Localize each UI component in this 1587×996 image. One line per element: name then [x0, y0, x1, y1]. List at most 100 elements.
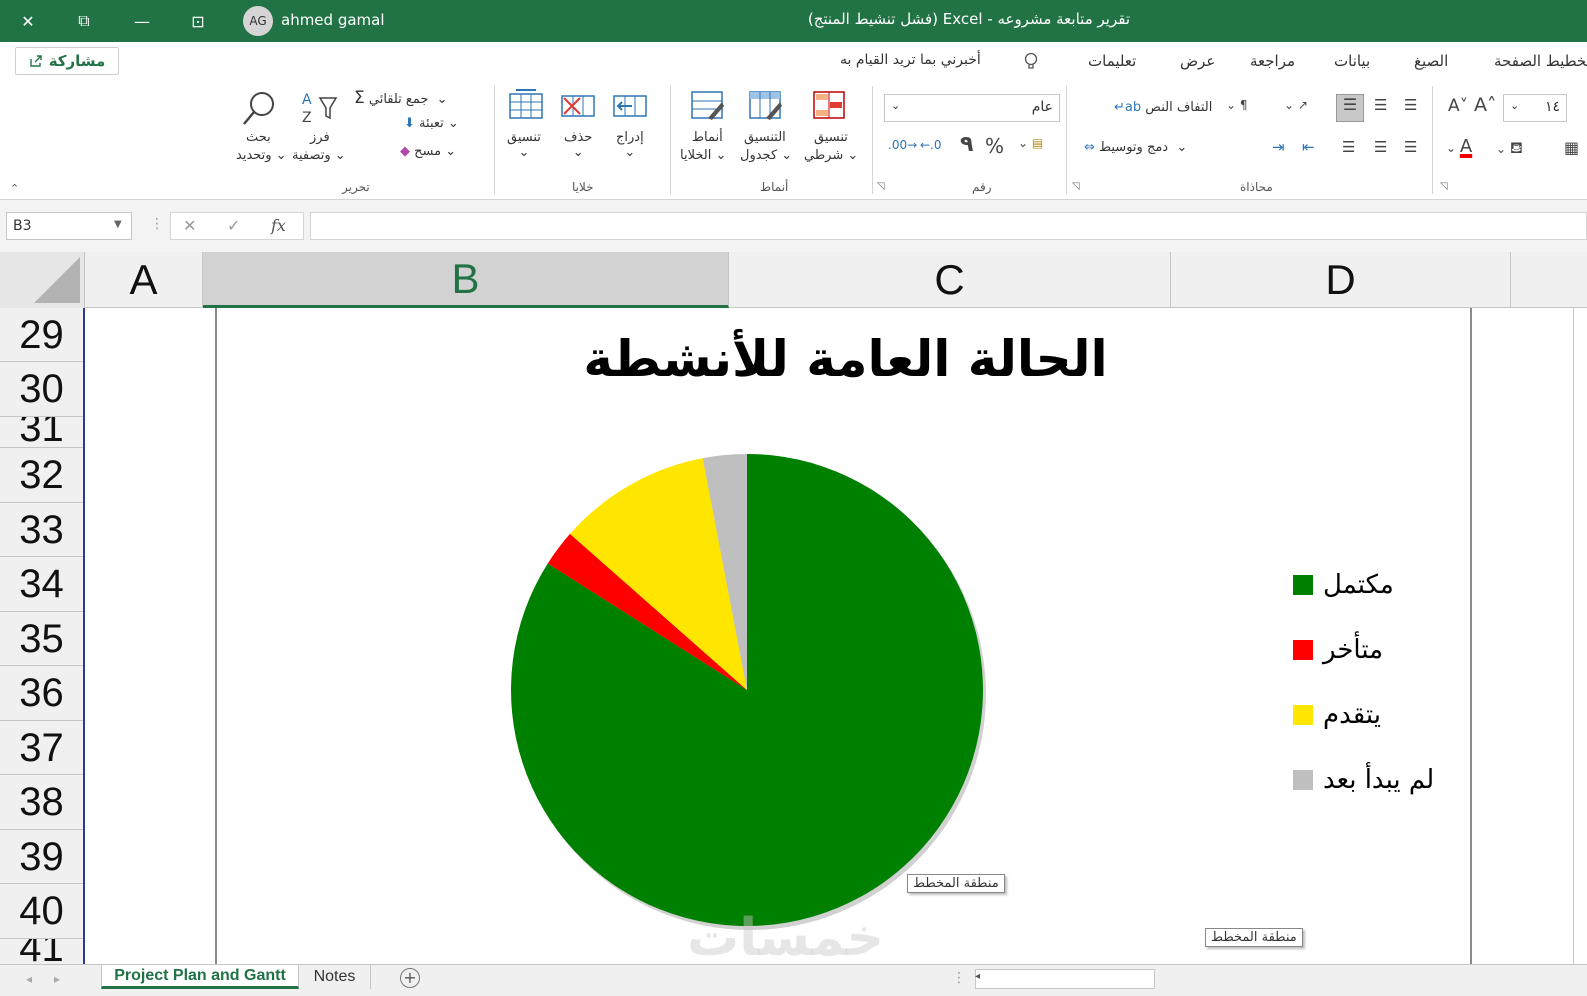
column-header-d[interactable]: D: [1171, 252, 1511, 308]
row-header[interactable]: 39: [0, 830, 83, 884]
share-button[interactable]: مشاركة: [15, 47, 119, 75]
column-header-b[interactable]: B: [203, 252, 729, 308]
pie-plot-area[interactable]: [217, 308, 1472, 964]
chevron-down-icon[interactable]: ▼: [114, 219, 122, 230]
insert-cells-button[interactable]: إدراج ⌄: [616, 130, 644, 160]
row-header[interactable]: 34: [0, 557, 83, 612]
tab-formulas[interactable]: الصيغ: [1414, 52, 1448, 70]
tab-page-layout[interactable]: تخطيط الصفحة: [1494, 52, 1587, 70]
align-top-button[interactable]: ☰: [1374, 96, 1387, 114]
row-header[interactable]: 35: [0, 612, 83, 666]
align-center-button[interactable]: ☰: [1374, 138, 1387, 156]
row-header[interactable]: 41: [0, 939, 83, 964]
row-header[interactable]: 40: [0, 884, 83, 939]
sort-filter-button[interactable]: ⌄ وتصفية: [292, 148, 346, 163]
comma-style-button[interactable]: ٩: [960, 132, 973, 157]
fill-button[interactable]: ⌄ تعبئة ⬇: [404, 116, 459, 131]
autosum-label: جمع تلقائي: [368, 92, 429, 107]
previous-sheet-icon[interactable]: ◂: [26, 972, 32, 986]
find-select-button[interactable]: ⌄ وتحديد: [236, 148, 287, 163]
wrap-text-button[interactable]: التفاف النص ab↵: [1114, 100, 1212, 115]
format-table-label-1[interactable]: التنسيق: [744, 130, 786, 145]
row-header[interactable]: 36: [0, 666, 83, 721]
sort-filter-label-1[interactable]: فرز: [310, 130, 330, 145]
align-bottom-button[interactable]: ☰: [1404, 96, 1417, 114]
row-header[interactable]: 31: [0, 417, 83, 448]
formula-bar-handle[interactable]: ⋮: [150, 216, 164, 232]
select-all-button[interactable]: [0, 252, 85, 308]
font-launcher-icon[interactable]: ◹: [1440, 181, 1448, 192]
row-header[interactable]: 32: [0, 448, 83, 503]
sheet-tab-project-plan[interactable]: Project Plan and Gantt: [101, 965, 299, 989]
align-right-button[interactable]: ☰: [1404, 138, 1417, 156]
format-as-table-button[interactable]: ⌄ كجدول: [740, 148, 792, 163]
scroll-left-icon[interactable]: ◂: [975, 971, 980, 982]
tab-review[interactable]: مراجعة: [1250, 52, 1295, 70]
row-header[interactable]: 33: [0, 503, 83, 557]
autosum-button[interactable]: ⌄ جمع تلقائي Σ: [354, 88, 448, 108]
cell-styles-label-1[interactable]: أنماط: [692, 130, 723, 145]
cell-styles-button[interactable]: ⌄ الخلايا: [680, 148, 726, 163]
tab-help[interactable]: تعليمات: [1088, 52, 1136, 70]
accounting-format-button[interactable]: ⌄ ▤: [1018, 136, 1043, 150]
pie-chart[interactable]: الحالة العامة للأنشطة مكتمل متأخر يتقدم لم …: [215, 308, 1472, 964]
legend-entry[interactable]: متأخر: [1293, 635, 1383, 665]
user-name[interactable]: ahmed gamal: [281, 11, 385, 29]
font-size-select[interactable]: ١٤ ⌄: [1503, 94, 1567, 122]
tab-split-handle[interactable]: ⋮: [952, 970, 966, 986]
next-sheet-icon[interactable]: ▸: [54, 972, 60, 986]
cancel-icon[interactable]: ✕: [183, 216, 196, 235]
alignment-launcher-icon[interactable]: ◹: [1072, 181, 1080, 192]
merge-center-button[interactable]: ⌄ دمج وتوسيط ⇔: [1084, 140, 1187, 155]
increase-font-size-button[interactable]: A˄: [1474, 94, 1497, 116]
align-left-button[interactable]: ☰: [1342, 138, 1355, 156]
column-header-c[interactable]: C: [729, 252, 1171, 308]
horizontal-scrollbar[interactable]: [975, 969, 1155, 989]
row-header[interactable]: 38: [0, 775, 83, 830]
conditional-formatting-label-1[interactable]: تنسيق: [814, 130, 848, 145]
formula-input[interactable]: [310, 212, 1587, 240]
row-header[interactable]: 30: [0, 362, 83, 417]
conditional-formatting-button[interactable]: ⌄ شرطي: [804, 148, 858, 163]
borders-button[interactable]: ▦: [1564, 138, 1579, 157]
increase-indent-button[interactable]: ⇥: [1272, 138, 1285, 156]
decrease-font-size-button[interactable]: A˅: [1448, 96, 1468, 116]
clear-button[interactable]: ⌄ مسح ◆: [400, 144, 456, 159]
legend-swatch: [1293, 770, 1313, 790]
legend-entry[interactable]: لم يبدأ بعد: [1293, 765, 1434, 795]
decrease-indent-button[interactable]: ⇤: [1302, 138, 1315, 156]
number-launcher-icon[interactable]: ◹: [877, 181, 885, 192]
row-header[interactable]: 37: [0, 721, 83, 775]
delete-cells-button[interactable]: حذف ⌄: [564, 130, 592, 160]
tab-data[interactable]: بيانات: [1334, 52, 1370, 70]
percent-style-button[interactable]: %: [985, 134, 1004, 158]
tab-view[interactable]: عرض: [1180, 52, 1215, 70]
avatar[interactable]: AG: [243, 6, 273, 36]
find-select-label-1[interactable]: بحث: [246, 130, 271, 145]
fill-color-button[interactable]: ⌄ ⛾: [1496, 138, 1523, 159]
increase-decimal-icon[interactable]: ←.0: [920, 138, 942, 152]
enter-icon[interactable]: ✓: [227, 216, 240, 235]
close-button[interactable]: ✕: [0, 0, 56, 42]
minimize-button[interactable]: —: [114, 0, 170, 42]
legend-entry[interactable]: مكتمل: [1293, 570, 1394, 600]
row-header[interactable]: 29: [0, 308, 83, 362]
group-cells-label: خلايا: [572, 180, 594, 194]
sheet-tab-notes[interactable]: Notes: [299, 965, 371, 989]
legend-label: متأخر: [1323, 635, 1384, 665]
add-sheet-button[interactable]: +: [400, 968, 420, 988]
ribbon-display-options-button[interactable]: ⊡: [170, 0, 226, 42]
legend-entry[interactable]: يتقدم: [1293, 700, 1381, 730]
font-color-button[interactable]: ⌄ A: [1446, 136, 1472, 157]
column-header-a[interactable]: A: [85, 252, 203, 308]
restore-button[interactable]: ⧉: [56, 0, 112, 42]
orientation-button[interactable]: ⌄ ↗: [1284, 98, 1308, 112]
align-middle-button[interactable]: ☰: [1336, 94, 1364, 122]
tell-me-search[interactable]: أخبرني بما تريد القيام به: [840, 52, 981, 68]
decrease-decimal-icon[interactable]: .00→: [888, 138, 917, 152]
number-format-select[interactable]: عام ⌄: [884, 94, 1060, 122]
collapse-ribbon-button[interactable]: ⌃: [10, 182, 19, 195]
format-cells-button[interactable]: تنسيق ⌄: [507, 130, 541, 160]
insert-function-icon[interactable]: fx: [271, 216, 286, 235]
text-direction-button[interactable]: ⌄ ¶: [1226, 98, 1248, 112]
